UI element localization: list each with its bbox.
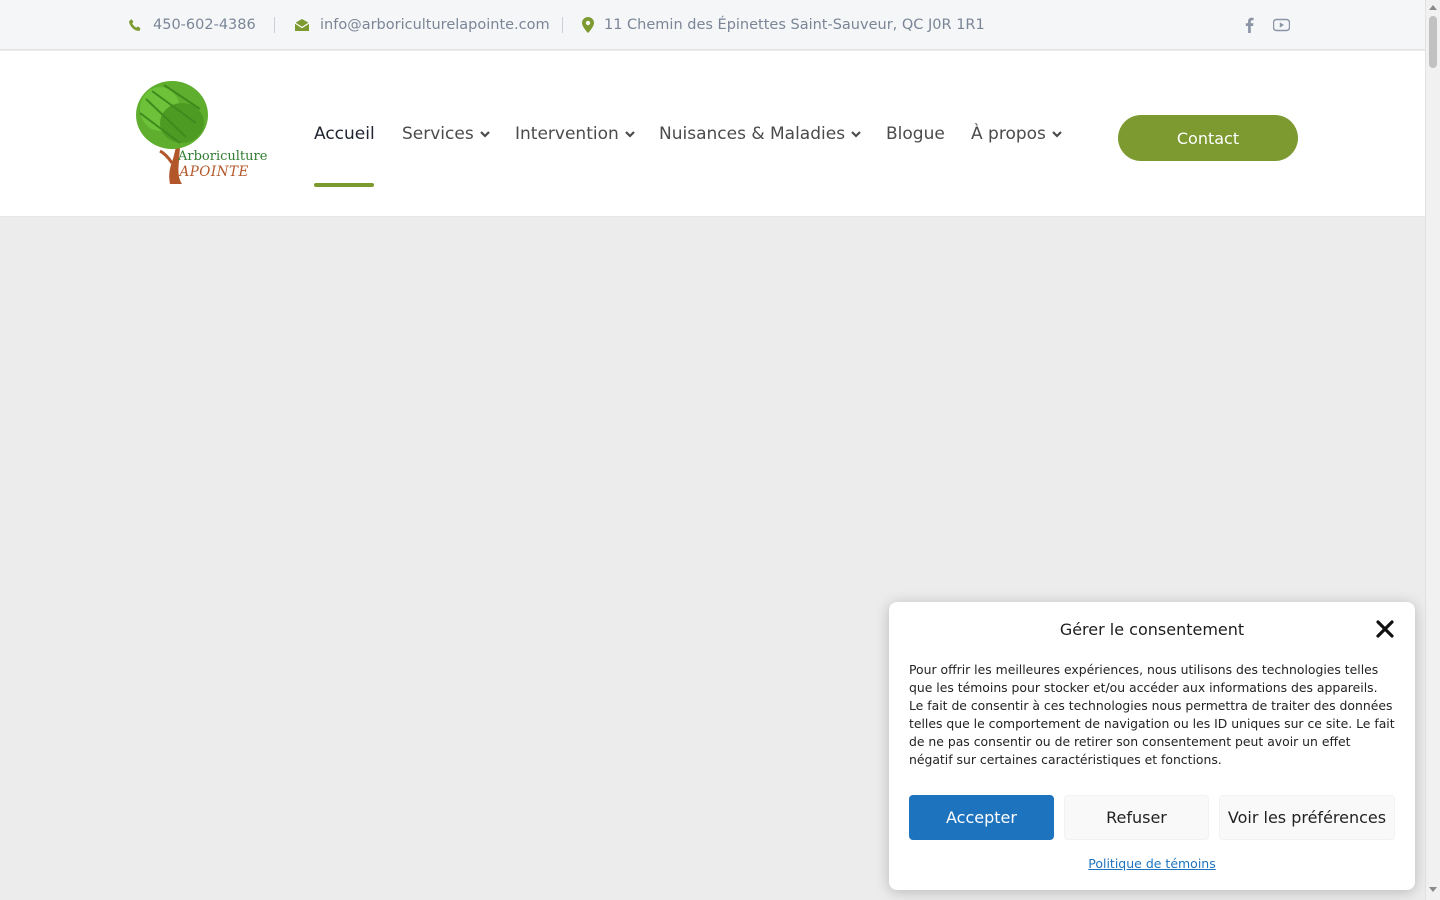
chevron-down-icon	[479, 131, 490, 138]
nav-item-label: Blogue	[886, 124, 945, 144]
scroll-up-arrow[interactable]	[1429, 5, 1437, 10]
cookie-consent-dialog: Gérer le consentement Pour offrir les me…	[889, 602, 1415, 890]
scroll-down-arrow[interactable]	[1429, 887, 1437, 892]
phone-icon	[128, 18, 141, 31]
top-info-bar: 450-602-4386 info@arboriculturelapointe.…	[0, 0, 1425, 50]
consent-description: Pour offrir les meilleures expériences, …	[909, 662, 1395, 767]
site-logo[interactable]: Arboriculture LAPOINTE	[130, 79, 267, 189]
cookie-policy-link[interactable]: Politique de témoins	[889, 856, 1415, 871]
phone-contact[interactable]: 450-602-4386	[128, 0, 256, 50]
address-text[interactable]: 11 Chemin des Épinettes Saint-Sauveur, Q…	[604, 17, 985, 33]
nav-item-services[interactable]: Services	[402, 124, 490, 144]
nav-item-a-propos[interactable]: À propos	[971, 124, 1062, 144]
refuse-button[interactable]: Refuser	[1064, 795, 1209, 840]
divider	[562, 17, 563, 33]
chevron-down-icon	[851, 131, 861, 138]
email-contact[interactable]: info@arboriculturelapointe.com	[294, 0, 550, 50]
facebook-icon[interactable]	[1243, 17, 1255, 33]
address-contact[interactable]: 11 Chemin des Épinettes Saint-Sauveur, Q…	[582, 0, 985, 50]
nav-item-label: À propos	[971, 124, 1046, 144]
chevron-down-icon	[624, 131, 635, 138]
divider	[274, 17, 275, 33]
close-icon[interactable]	[1376, 620, 1394, 638]
nav-item-intervention[interactable]: Intervention	[515, 124, 635, 144]
nav-item-label: Nuisances & Maladies	[659, 124, 846, 144]
nav-item-label: Services	[402, 124, 474, 144]
consent-title: Gérer le consentement	[1059, 620, 1245, 639]
active-nav-indicator	[314, 183, 374, 187]
map-pin-icon	[582, 17, 594, 33]
scroll-thumb[interactable]	[1429, 16, 1437, 68]
nav-item-label: Intervention	[515, 124, 619, 144]
email-address[interactable]: info@arboriculturelapointe.com	[320, 17, 550, 33]
accept-button[interactable]: Accepter	[909, 795, 1054, 840]
youtube-icon[interactable]	[1273, 17, 1290, 33]
envelope-icon	[294, 19, 310, 31]
logo-text-lapointe: LAPOINTE	[170, 164, 249, 180]
page-scrollbar[interactable]	[1425, 0, 1440, 900]
view-preferences-button[interactable]: Voir les préférences	[1219, 795, 1395, 840]
nav-item-accueil[interactable]: Accueil	[314, 124, 375, 144]
chevron-down-icon	[1052, 131, 1062, 138]
logo-text-arboriculture: Arboriculture	[178, 149, 268, 164]
nav-item-label: Accueil	[314, 124, 375, 144]
contact-button[interactable]: Contact	[1118, 115, 1298, 161]
phone-number[interactable]: 450-602-4386	[153, 17, 256, 33]
nav-item-nuisances-maladies[interactable]: Nuisances & Maladies	[659, 124, 861, 144]
site-header: Arboriculture LAPOINTE Accueil Services …	[0, 51, 1425, 217]
nav-item-blogue[interactable]: Blogue	[886, 124, 945, 144]
